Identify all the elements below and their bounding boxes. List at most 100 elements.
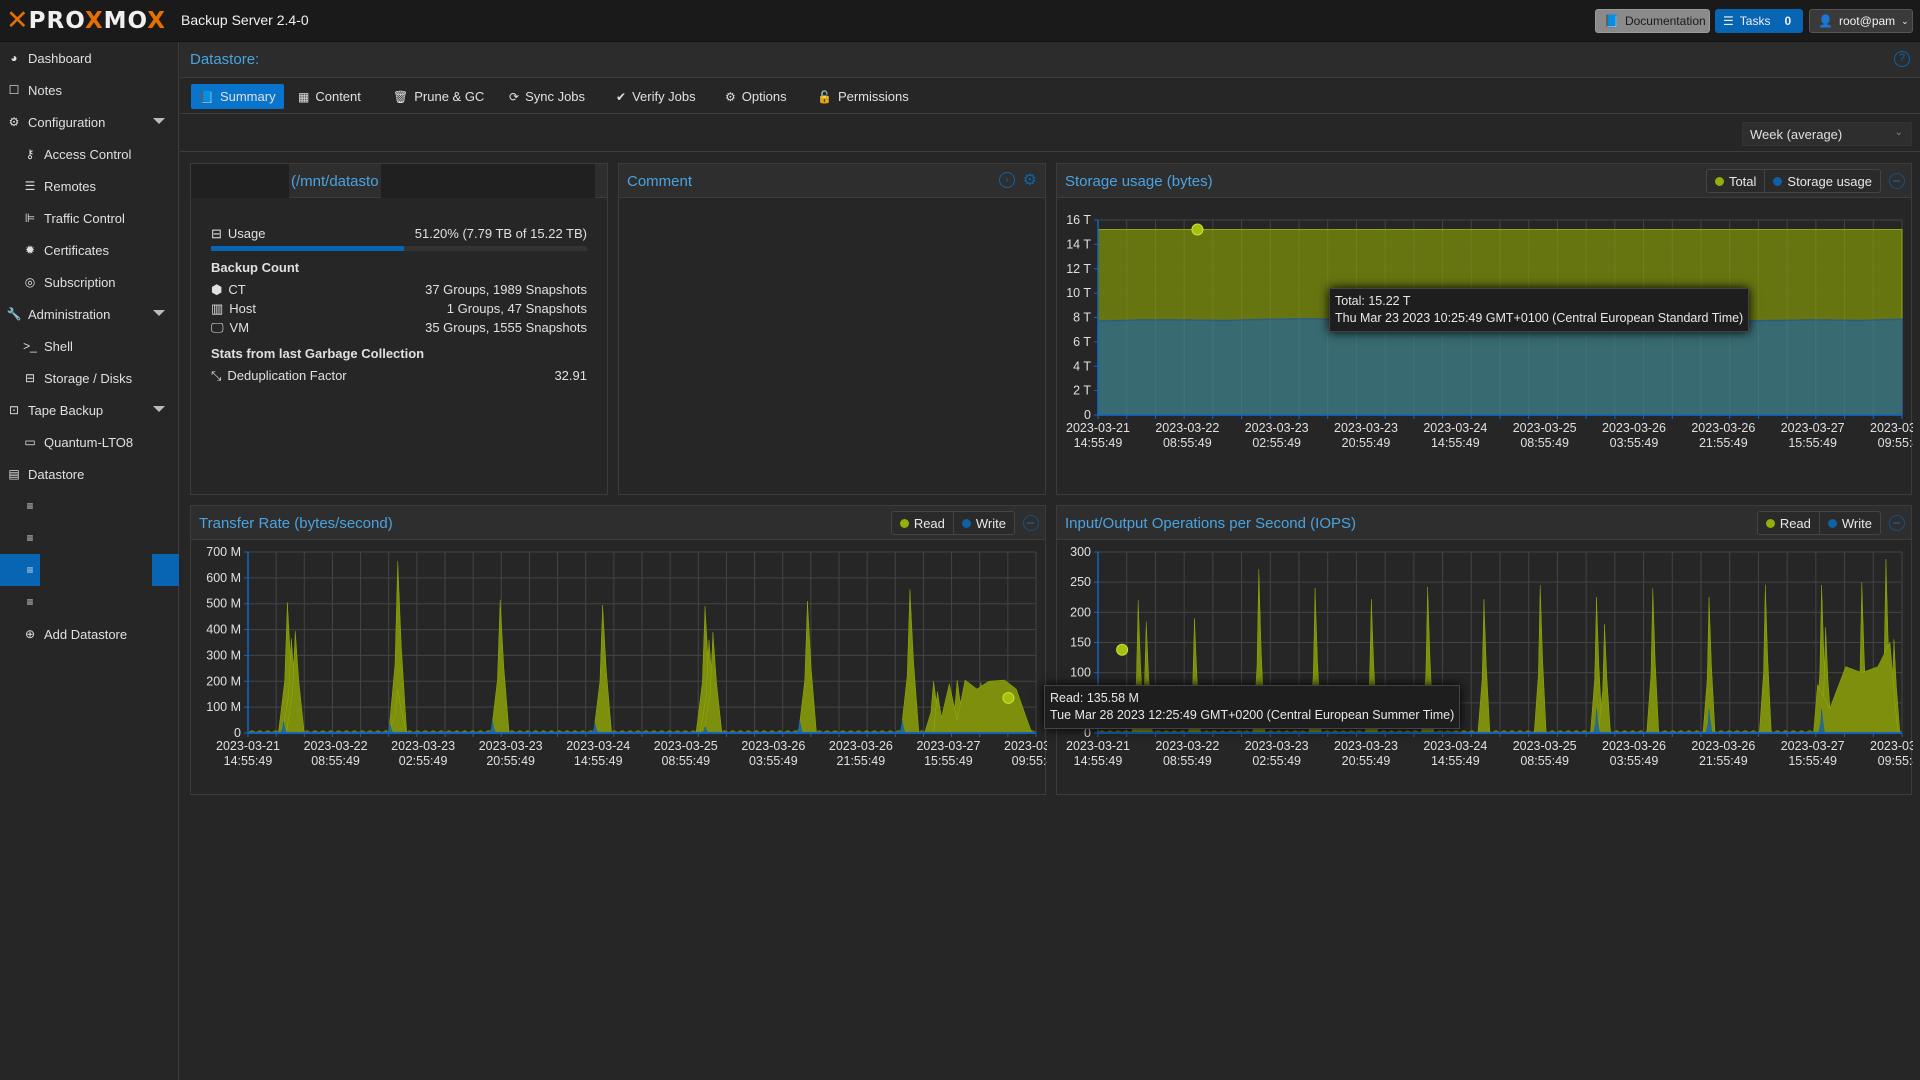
sidebar-item-label: Quantum-LTO8 bbox=[44, 434, 134, 450]
sidebar-item-traffic-control[interactable]: ⊫ Traffic Control bbox=[0, 202, 179, 234]
gc-stats-heading: Stats from last Garbage Collection bbox=[211, 346, 425, 361]
x-tick-label: 2023-03-26 bbox=[1602, 421, 1666, 435]
desktop-icon: 🖵 bbox=[211, 319, 224, 335]
legend-item-total[interactable]: Total bbox=[1707, 170, 1764, 192]
y-tick-label: 14 T bbox=[1066, 237, 1091, 251]
page-title: Datastore: bbox=[190, 51, 260, 68]
sidebar-item-label: Administration bbox=[28, 306, 111, 322]
x-tick-label: 2023-03-27 bbox=[916, 739, 980, 753]
collapse-icon[interactable] bbox=[1023, 515, 1039, 531]
sidebar-item-certificates[interactable]: ✹ Certificates bbox=[0, 234, 179, 266]
x-tick-label: 03:55:49 bbox=[749, 754, 798, 768]
chevron-down-icon: ⌄ bbox=[1901, 15, 1909, 26]
legend-label: Write bbox=[1841, 515, 1872, 531]
sidebar-item-label: Dashboard bbox=[28, 50, 92, 66]
lifebuoy-icon: ◎ bbox=[24, 275, 36, 289]
chevron-right-icon[interactable]: › bbox=[999, 172, 1015, 188]
x-tick-label: 2023-03-23 bbox=[1334, 739, 1398, 753]
collapse-icon[interactable] bbox=[1889, 173, 1905, 189]
x-tick-label: 03:55:49 bbox=[1610, 754, 1659, 768]
help-icon[interactable]: ? bbox=[1894, 51, 1910, 67]
sidebar-item-add-datastore[interactable]: ⊕ Add Datastore bbox=[0, 618, 179, 650]
backup-type: VM bbox=[229, 320, 250, 335]
tab-summary[interactable]: 📘 Summary bbox=[191, 84, 284, 109]
sidebar-item-datastore-1[interactable]: ≡ bbox=[0, 490, 179, 522]
x-tick-label: 09:55:49 bbox=[1012, 754, 1047, 768]
sidebar-item-tape-backup[interactable]: ⊡ Tape Backup bbox=[0, 394, 179, 426]
chart-legend: Read Write bbox=[1756, 511, 1881, 535]
wrench-icon: 🔧 bbox=[6, 307, 22, 321]
timeframe-value: Week (average) bbox=[1750, 127, 1843, 142]
legend-label: Read bbox=[913, 515, 945, 531]
sidebar-item-label: Remotes bbox=[44, 178, 97, 194]
sidebar-item-label: Subscription bbox=[44, 274, 116, 290]
tape-drive-icon: ▭ bbox=[24, 435, 36, 449]
legend-item-read[interactable]: Read bbox=[892, 512, 953, 534]
legend-item-storage-usage[interactable]: Storage usage bbox=[1764, 170, 1880, 192]
cube-icon: ⬢ bbox=[211, 281, 223, 297]
sidebar-item-subscription[interactable]: ◎ Subscription bbox=[0, 266, 179, 298]
legend-item-read[interactable]: Read bbox=[1758, 512, 1819, 534]
sidebar-item-dashboard[interactable]: ◕ Dashboard bbox=[0, 42, 179, 74]
sidebar-item-datastore-3[interactable]: ≡ bbox=[0, 554, 179, 586]
legend-item-write[interactable]: Write bbox=[1818, 512, 1880, 534]
sidebar-item-datastore[interactable]: ▤ Datastore bbox=[0, 458, 179, 490]
collapse-icon[interactable] bbox=[1889, 515, 1905, 531]
tasks-button[interactable]: ☰ Tasks 0 bbox=[1715, 9, 1803, 33]
book-icon: 📘 bbox=[199, 89, 214, 104]
legend-dot bbox=[899, 518, 909, 528]
y-tick-label: 10 T bbox=[1066, 286, 1091, 300]
timeframe-select[interactable]: Week (average) ⌄ bbox=[1742, 122, 1912, 146]
usage-progress-fill bbox=[211, 246, 404, 251]
hdd-icon: ⊟ bbox=[211, 225, 222, 241]
x-tick-label: 21:55:49 bbox=[1699, 436, 1748, 450]
y-tick-label: 8 T bbox=[1073, 311, 1091, 325]
sidebar-item-datastore-4[interactable]: ≡ bbox=[0, 586, 179, 618]
tab-sync-jobs[interactable]: ⟳ Sync Jobs bbox=[501, 84, 593, 109]
sidebar-item-quantum-lto8[interactable]: ▭ Quantum-LTO8 bbox=[0, 426, 179, 458]
tab-options[interactable]: ⚙ Options bbox=[717, 84, 795, 109]
x-tick-label: 08:55:49 bbox=[1163, 436, 1212, 450]
tasks-count: 0 bbox=[1784, 14, 1792, 28]
sidebar-item-storage-disks[interactable]: ⊟ Storage / Disks bbox=[0, 362, 179, 394]
backup-count-value: 1 Groups, 47 Snapshots bbox=[446, 301, 587, 316]
product-name: Backup Server 2.4-0 bbox=[181, 12, 309, 28]
caret-down-icon[interactable] bbox=[153, 310, 165, 316]
building-icon: ▥ bbox=[211, 300, 224, 316]
sidebar-item-notes[interactable]: ☐ Notes bbox=[0, 74, 179, 106]
x-tick-label: 20:55:49 bbox=[1342, 436, 1391, 450]
legend-item-write[interactable]: Write bbox=[952, 512, 1014, 534]
tab-permissions[interactable]: 🔓 Permissions bbox=[809, 84, 917, 109]
documentation-button[interactable]: 📘 Documentation bbox=[1595, 9, 1710, 33]
transfer-rate-chart: 0 100 M 200 M 300 M 400 M 500 M 600 M 700 M 2023… bbox=[206, 545, 1047, 768]
key-icon: ⚷ bbox=[25, 147, 35, 161]
sidebar-item-access-control[interactable]: ⚷ Access Control bbox=[0, 138, 179, 170]
tab-prune-gc[interactable]: 🗑 Prune & GC bbox=[385, 84, 492, 109]
sidebar-item-remotes[interactable]: ☰ Remotes bbox=[0, 170, 179, 202]
chart-legend: Read Write bbox=[890, 511, 1015, 535]
usage-progress-bar bbox=[211, 246, 587, 251]
tab-verify-jobs[interactable]: ✔ Verify Jobs bbox=[608, 84, 704, 109]
x-tick-label: 21:55:49 bbox=[1699, 754, 1748, 768]
x-tick-label: 14:55:49 bbox=[1074, 754, 1123, 768]
x-tick-label: 2023-03-28 bbox=[1870, 739, 1913, 753]
panel-header: Input/Output Operations per Second (IOPS… bbox=[1057, 506, 1911, 540]
x-tick-label: 02:55:49 bbox=[1252, 436, 1301, 450]
chart-legend: Total Storage usage bbox=[1705, 169, 1881, 193]
sidebar-item-shell[interactable]: >_ Shell bbox=[0, 330, 179, 362]
x-tick-label: 2023-03-28 bbox=[1870, 421, 1913, 435]
sidebar-item-configuration[interactable]: ⚙ Configuration bbox=[0, 106, 179, 138]
caret-down-icon[interactable] bbox=[153, 118, 165, 124]
storage-usage-chart: 02 T4 T6 T8 T10 T12 T14 T16 T2023-03-211… bbox=[1066, 213, 1913, 450]
gear-icon[interactable]: ⚙ bbox=[1023, 170, 1037, 190]
sidebar-item-administration[interactable]: 🔧 Administration bbox=[0, 298, 179, 330]
user-menu-button[interactable]: 👤 root@pam ⌄ bbox=[1809, 9, 1913, 33]
caret-down-icon[interactable] bbox=[153, 406, 165, 412]
panel-header: Transfer Rate (bytes/second) Read Write bbox=[191, 506, 1045, 540]
sidebar-item-label: Datastore bbox=[28, 466, 85, 482]
panel-header: Storage usage (bytes) Total Storage usag… bbox=[1057, 164, 1911, 198]
iops-chart-panel: Input/Output Operations per Second (IOPS… bbox=[1056, 505, 1913, 795]
sidebar-item-datastore-2[interactable]: ≡ bbox=[0, 522, 179, 554]
chart-tooltip: Total: 15.22 T Thu Mar 23 2023 10:25:49 … bbox=[1329, 288, 1750, 332]
tab-content[interactable]: ▦ Content bbox=[290, 84, 369, 109]
